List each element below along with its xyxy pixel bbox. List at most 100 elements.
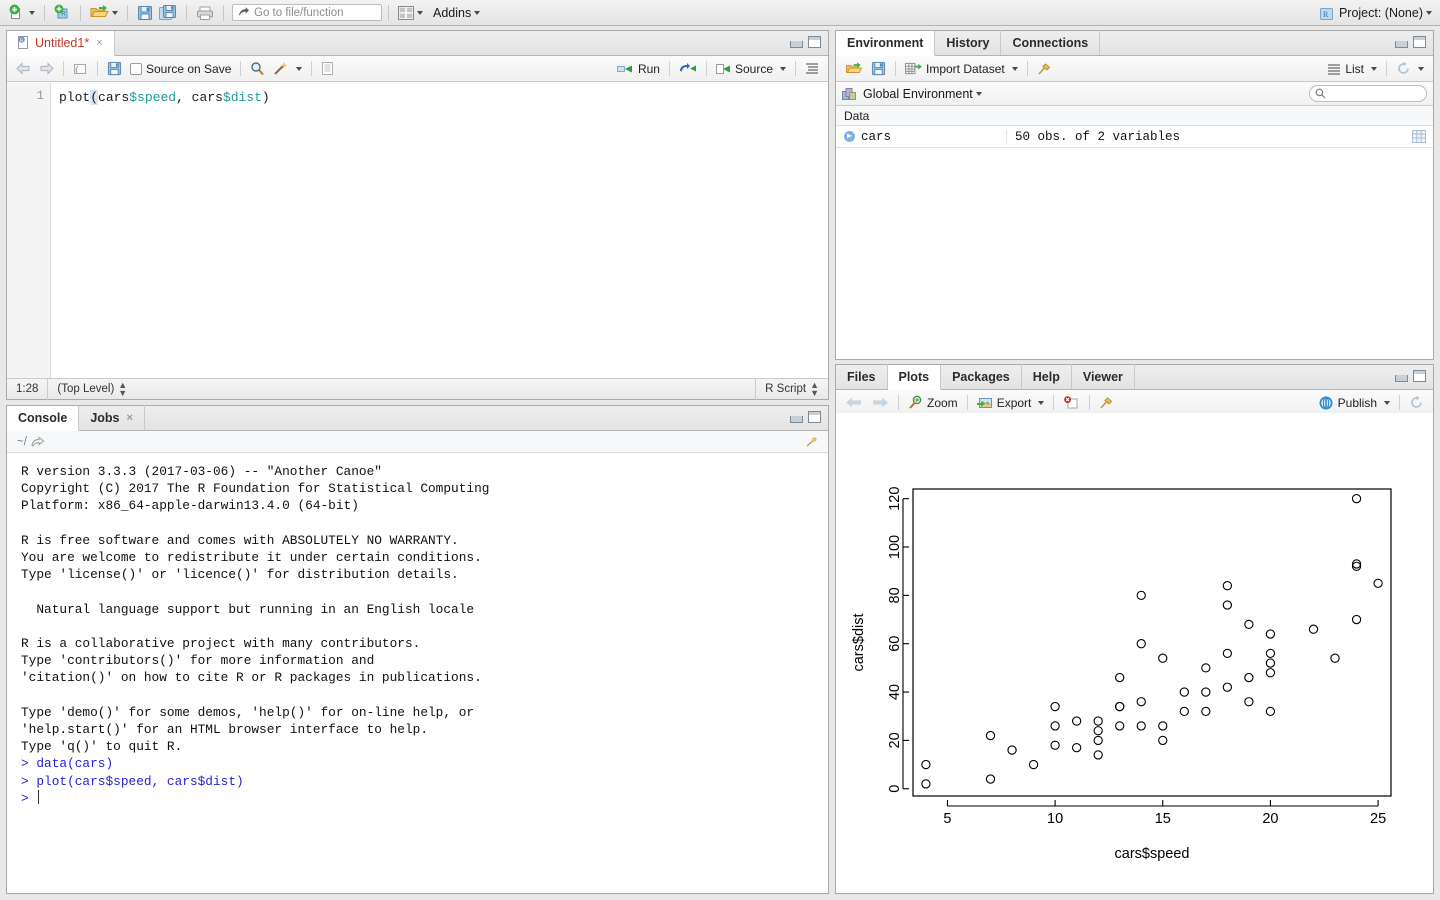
tab-environment[interactable]: Environment xyxy=(836,31,935,56)
console-command-1: > data(cars) xyxy=(21,756,113,771)
tab-plots[interactable]: Plots xyxy=(888,365,942,390)
show-outline-button[interactable] xyxy=(801,59,823,79)
tab-jobs[interactable]: Jobs × xyxy=(79,405,145,430)
maximize-pane-button[interactable] xyxy=(808,411,821,423)
tab-help-label: Help xyxy=(1033,370,1060,384)
zoom-plot-button[interactable]: Zoom xyxy=(904,393,962,413)
up-down-chevron-icon: ▲▼ xyxy=(810,381,819,397)
view-mode-button[interactable]: List xyxy=(1323,59,1381,79)
code-tools-button[interactable] xyxy=(269,59,306,79)
divider xyxy=(240,61,241,76)
close-icon[interactable]: × xyxy=(96,37,102,49)
compile-report-button[interactable] xyxy=(317,59,338,79)
divider xyxy=(186,5,187,21)
source-tab-untitled1[interactable]: R Untitled1* × xyxy=(7,31,115,56)
divider xyxy=(967,395,968,410)
tab-files[interactable]: Files xyxy=(836,364,888,389)
source-on-save-checkbox[interactable]: Source on Save xyxy=(126,59,235,79)
console-startup-text: R version 3.3.3 (2017-03-06) -- "Another… xyxy=(21,464,489,754)
view-dataframe-button[interactable] xyxy=(1405,130,1433,143)
show-document-outline-button[interactable] xyxy=(69,59,92,79)
pane-layout-button[interactable] xyxy=(395,3,426,23)
filetype-selector[interactable]: R Script ▲▼ xyxy=(756,379,828,400)
view-mode-label: List xyxy=(1345,62,1364,76)
refresh-plot-button[interactable] xyxy=(1405,393,1428,413)
global-environment-icon xyxy=(842,87,857,101)
tab-connections[interactable]: Connections xyxy=(1001,30,1100,55)
scope-selector[interactable]: (Top Level) ▲▼ xyxy=(48,379,136,400)
addins-label: Addins xyxy=(433,6,471,20)
refresh-environment-button[interactable] xyxy=(1392,59,1428,79)
source-code-area[interactable]: plot(cars$speed, cars$dist) xyxy=(51,83,828,378)
new-project-button[interactable]: R xyxy=(51,3,74,23)
console-tabbar: Console Jobs × xyxy=(7,406,828,431)
goto-file-function-input[interactable]: Go to file/function xyxy=(232,4,382,21)
tab-viewer[interactable]: Viewer xyxy=(1072,364,1135,389)
minimize-pane-button[interactable] xyxy=(790,416,803,423)
view-in-files-icon[interactable] xyxy=(31,436,45,448)
load-workspace-button[interactable] xyxy=(841,59,867,79)
divider xyxy=(311,61,312,76)
environment-object-name: cars xyxy=(861,130,891,144)
publish-button[interactable]: Publish xyxy=(1314,393,1394,413)
divider xyxy=(80,5,81,21)
rerun-button[interactable] xyxy=(675,59,701,79)
run-button[interactable]: Run xyxy=(613,59,664,79)
divider xyxy=(895,61,896,76)
new-file-button[interactable] xyxy=(6,3,38,23)
zoom-magnifier-icon xyxy=(908,395,923,410)
import-dataset-button[interactable]: Import Dataset xyxy=(901,59,1022,79)
remove-plot-button[interactable] xyxy=(1059,393,1084,413)
clear-all-plots-button[interactable] xyxy=(1095,393,1119,413)
print-button[interactable] xyxy=(193,3,217,23)
report-icon xyxy=(321,61,334,76)
maximize-pane-button[interactable] xyxy=(1413,370,1426,382)
tab-console[interactable]: Console xyxy=(7,406,79,431)
console-pane: Console Jobs × ~/ R version 3.3.3 (2017-… xyxy=(6,405,829,894)
open-file-button[interactable] xyxy=(87,3,121,23)
tab-help[interactable]: Help xyxy=(1022,364,1072,389)
tab-history[interactable]: History xyxy=(935,30,1001,55)
forward-button[interactable] xyxy=(35,59,58,79)
arrow-left-icon xyxy=(845,396,863,409)
save-all-button[interactable] xyxy=(156,3,180,23)
find-replace-button[interactable] xyxy=(246,59,269,79)
environment-window-buttons xyxy=(1395,36,1426,48)
maximize-pane-button[interactable] xyxy=(808,36,821,48)
environment-search-input[interactable] xyxy=(1309,85,1427,102)
search-icon xyxy=(250,61,265,76)
export-plot-button[interactable]: Export xyxy=(973,393,1049,413)
clear-console-icon[interactable] xyxy=(805,436,819,448)
tab-plots-label: Plots xyxy=(899,370,930,384)
environment-pane: Environment History Connections xyxy=(835,30,1434,360)
previous-plot-button[interactable] xyxy=(841,393,867,413)
svg-text:60: 60 xyxy=(887,636,903,652)
expand-object-icon[interactable]: ▶ xyxy=(844,131,855,142)
back-button[interactable] xyxy=(12,59,35,79)
line-number-gutter: 1 xyxy=(7,83,51,378)
minimize-pane-button[interactable] xyxy=(790,41,803,48)
source-editor[interactable]: 1 plot(cars$speed, cars$dist) xyxy=(7,83,828,378)
new-file-icon xyxy=(9,4,26,21)
close-icon[interactable]: × xyxy=(127,412,133,424)
source-button[interactable]: Source xyxy=(712,59,790,79)
clear-workspace-button[interactable] xyxy=(1033,59,1057,79)
import-dataset-label: Import Dataset xyxy=(926,62,1005,76)
next-plot-button[interactable] xyxy=(867,393,893,413)
maximize-pane-button[interactable] xyxy=(1413,36,1426,48)
minimize-pane-button[interactable] xyxy=(1395,375,1408,382)
environment-object-name-cell[interactable]: ▶ cars xyxy=(836,130,1006,144)
publish-label: Publish xyxy=(1338,396,1377,410)
addins-button[interactable]: Addins xyxy=(426,3,483,23)
save-workspace-button[interactable] xyxy=(867,59,890,79)
minimize-pane-button[interactable] xyxy=(1395,41,1408,48)
console-output[interactable]: R version 3.3.3 (2017-03-06) -- "Another… xyxy=(7,453,828,893)
tab-packages[interactable]: Packages xyxy=(941,364,1022,389)
table-row[interactable]: ▶ cars 50 obs. of 2 variables xyxy=(836,126,1433,148)
save-source-button[interactable] xyxy=(103,59,126,79)
project-selector[interactable]: R Project: (None) xyxy=(1319,0,1432,26)
console-working-directory: ~/ xyxy=(7,431,828,453)
plots-window-buttons xyxy=(1395,370,1426,382)
plot-output-area[interactable]: 510152025cars$speed020406080100120cars$d… xyxy=(836,413,1433,893)
save-button[interactable] xyxy=(134,3,156,23)
